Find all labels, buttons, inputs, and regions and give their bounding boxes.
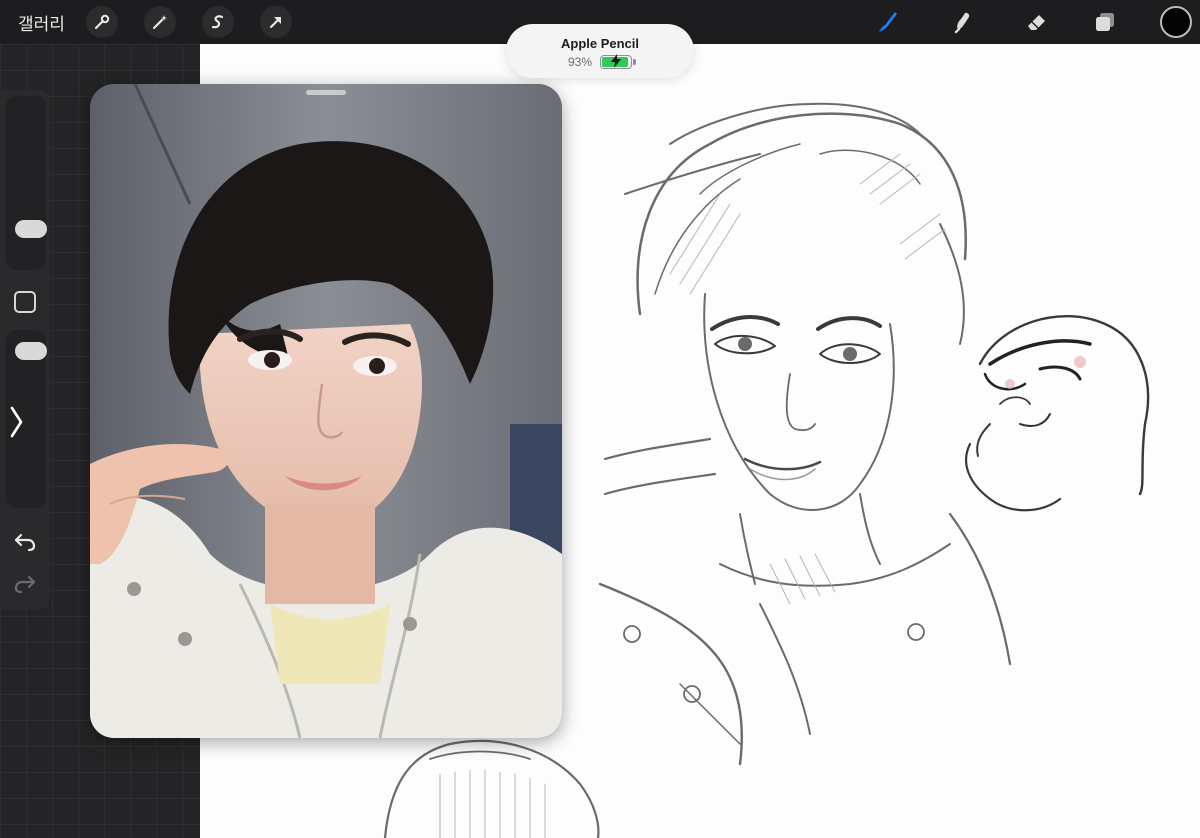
brush-icon[interactable] [870,5,904,39]
modify-square-icon[interactable] [14,291,36,313]
battery-percent: 93% [567,55,593,69]
brush-size-slider[interactable] [6,96,47,270]
eraser-icon[interactable] [1020,5,1054,39]
battery-icon [600,54,637,69]
magic-wand-icon[interactable] [144,6,176,38]
pencil-battery-row: 93% [506,54,694,69]
undo-icon[interactable] [12,530,38,552]
chevron-right-icon[interactable] [6,402,26,442]
pencil-name: Apple Pencil [560,36,640,51]
gallery-button[interactable]: 갤러리 [18,10,65,35]
color-swatch[interactable] [1160,6,1192,38]
charging-bolt-icon [611,54,622,68]
left-sidebar [0,90,50,610]
wrench-icon[interactable] [86,6,118,38]
smudge-icon[interactable] [946,5,980,39]
opacity-knob[interactable] [15,342,47,360]
pencil-battery-popup: Apple Pencil 93% [506,24,694,78]
reference-photo [90,84,562,738]
redo-icon[interactable] [12,572,38,594]
brush-size-knob[interactable] [15,220,47,238]
reference-drag-handle[interactable] [306,90,346,95]
transform-arrow-icon[interactable] [260,6,292,38]
reference-window[interactable] [90,84,562,738]
selection-s-icon[interactable] [202,6,234,38]
layers-icon[interactable] [1088,5,1122,39]
